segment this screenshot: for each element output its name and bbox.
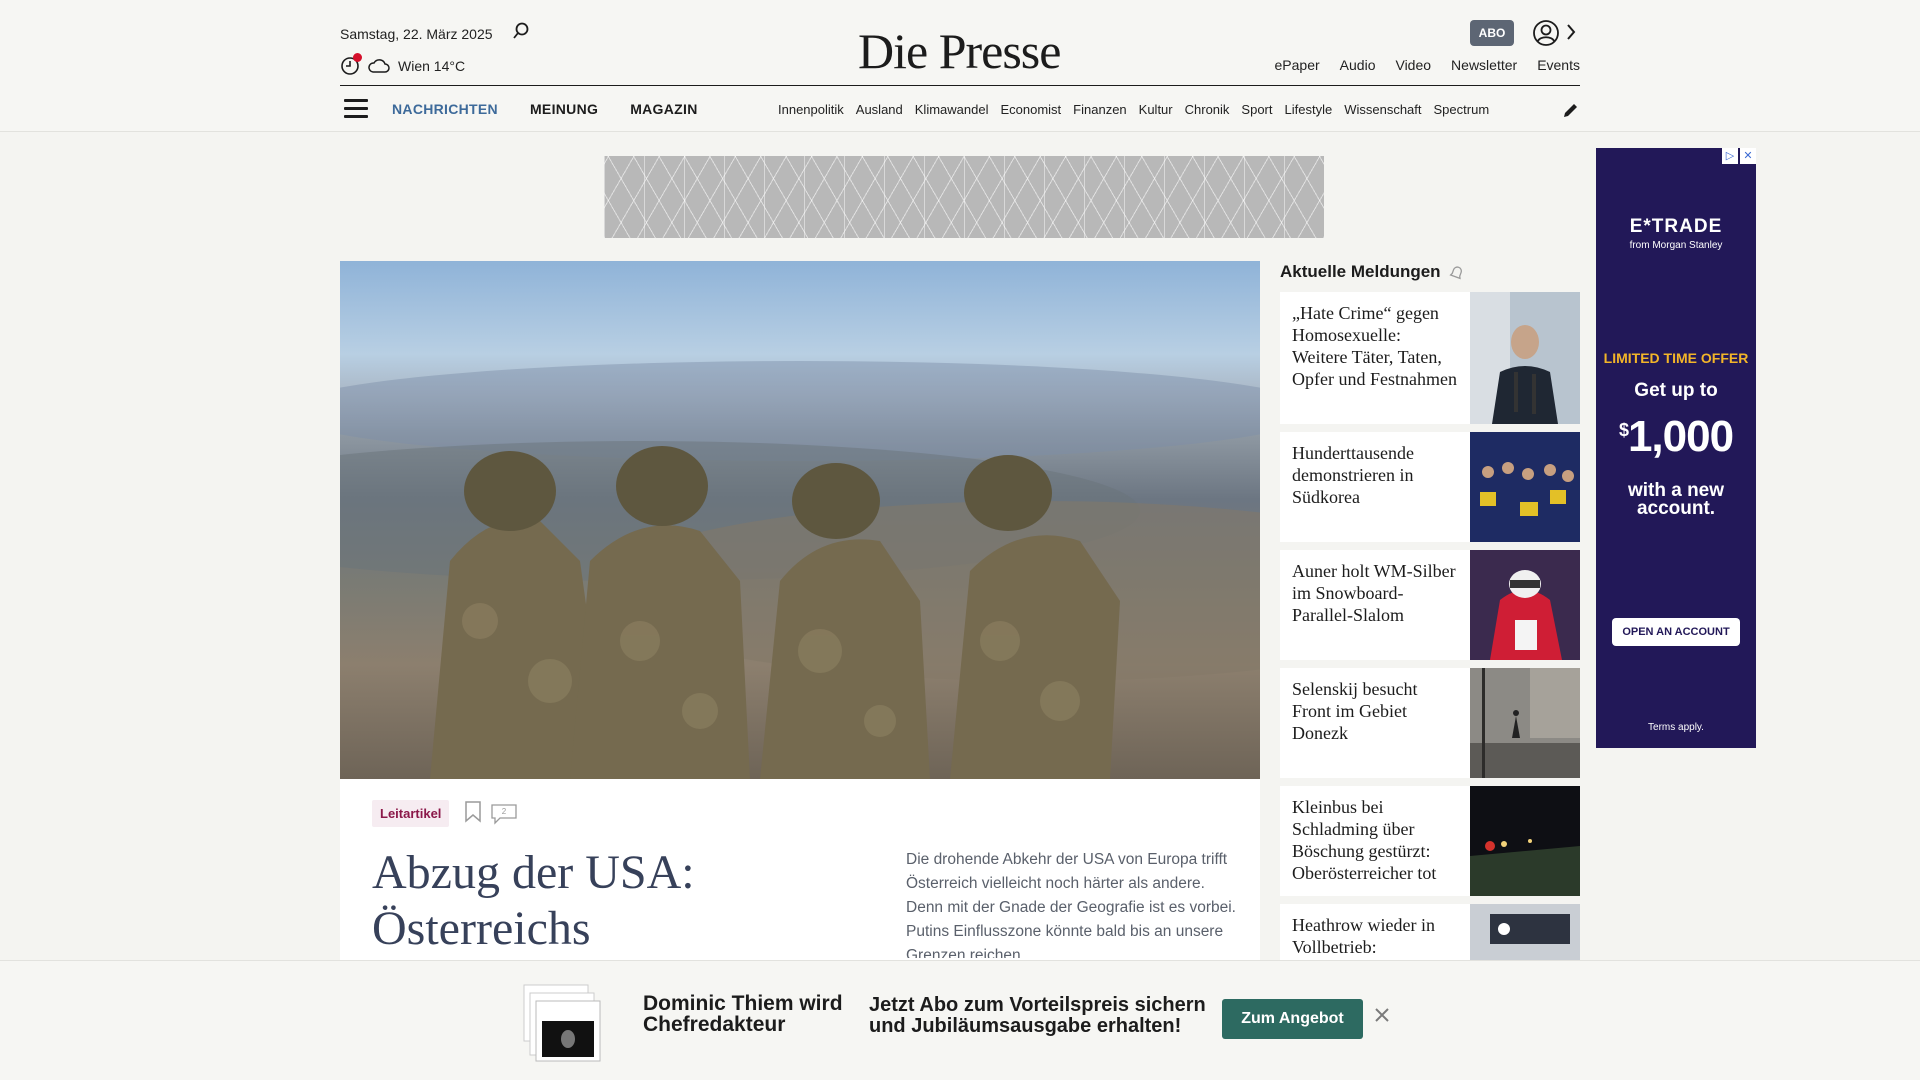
user-account-icon[interactable] [1532, 19, 1560, 47]
etrade-ad[interactable]: ▷ ✕ E*TRADE from Morgan Stanley LIMITED … [1596, 148, 1756, 748]
ad-currency: $ [1618, 420, 1629, 440]
main-nav: NACHRICHTEN MEINUNG MAGAZIN [392, 101, 698, 117]
article-headline[interactable]: Abzug der USA: Österreichs [372, 845, 812, 957]
category-tag[interactable]: Leitartikel [372, 800, 450, 827]
ad-close-icon[interactable]: ✕ [1740, 148, 1756, 164]
news-thumbnail [1470, 668, 1580, 778]
subscription-banner: Dominic Thiem wird Chefredakteur Jetzt A… [0, 960, 1920, 1080]
link-newsletter[interactable]: Newsletter [1451, 57, 1517, 73]
link-events[interactable]: Events [1537, 57, 1580, 73]
comment-count: 2 [502, 807, 507, 816]
nav-magazin[interactable]: MAGAZIN [630, 101, 697, 117]
subnav-chronik[interactable]: Chronik [1185, 102, 1230, 117]
news-item[interactable]: Auner holt WM-Silber im Snowboard-Parall… [1280, 550, 1580, 660]
banner-headline: Dominic Thiem wird Chefredakteur [643, 992, 843, 1036]
comment-icon[interactable]: 2 [490, 803, 518, 825]
search-icon[interactable] [512, 22, 530, 40]
subnav-ausland[interactable]: Ausland [856, 102, 903, 117]
news-item[interactable]: Hunderttausende demonstrieren in Südkore… [1280, 432, 1580, 542]
article-teaser: Die drohende Abkehr der USA von Europa t… [906, 851, 1236, 958]
news-item-title: Kleinbus bei Schladming über Böschung ge… [1292, 797, 1437, 883]
ad-get: Get up to [1634, 380, 1718, 401]
latest-news-heading: Aktuelle Meldungen [1280, 262, 1465, 282]
ad-offer: LIMITED TIME OFFER [1603, 350, 1749, 366]
nav-nachrichten[interactable]: NACHRICHTEN [392, 101, 498, 117]
latest-news-title: Aktuelle Meldungen [1280, 262, 1441, 281]
notification-dot [353, 53, 362, 62]
site-header: Samstag, 22. März 2025 Wien 14°C Die Pre… [0, 0, 1920, 132]
cloud-icon [368, 59, 390, 73]
top-ad-banner[interactable] [604, 156, 1324, 238]
subnav-klimawandel[interactable]: Klimawandel [915, 102, 989, 117]
abo-button[interactable]: ABO [1470, 20, 1514, 46]
subnav-spectrum[interactable]: Spectrum [1434, 102, 1490, 117]
ad-choices[interactable]: ▷ ✕ [1720, 148, 1756, 164]
weather-text: Wien 14°C [398, 58, 466, 74]
subnav-sport[interactable]: Sport [1241, 102, 1272, 117]
news-thumbnail [1470, 786, 1580, 896]
subnav-innenpolitik[interactable]: Innenpolitik [778, 102, 844, 117]
news-item-title: Hunderttausende demonstrieren in Südkore… [1292, 443, 1414, 507]
pencil-icon[interactable] [1562, 101, 1580, 119]
link-epaper[interactable]: ePaper [1275, 57, 1320, 73]
subnav-wissenschaft[interactable]: Wissenschaft [1344, 102, 1421, 117]
clock-icon [340, 53, 362, 76]
news-thumbnail [1470, 292, 1580, 424]
news-item[interactable]: Kleinbus bei Schladming über Böschung ge… [1280, 786, 1580, 896]
banner-offer: Jetzt Abo zum Vorteilspreis sichern und … [869, 994, 1206, 1037]
news-item[interactable]: Selenskij besucht Front im Gebiet Donezk [1280, 668, 1580, 778]
link-audio[interactable]: Audio [1340, 57, 1376, 73]
news-item-title: Selenskij besucht Front im Gebiet Donezk [1292, 679, 1418, 743]
news-thumbnail [1470, 432, 1580, 542]
sub-nav: Innenpolitik Ausland Klimawandel Economi… [778, 102, 1542, 117]
news-item-title: „Hate Crime“ gegen Homosexuelle: Weitere… [1292, 303, 1457, 389]
news-thumbnail [1470, 550, 1580, 660]
site-logo[interactable]: Die Presse [858, 22, 1061, 80]
hero-image[interactable] [340, 261, 1260, 779]
open-account-button[interactable]: OPEN AN ACCOUNT [1612, 618, 1740, 646]
top-links: ePaper Audio Video Newsletter Events [1275, 57, 1580, 73]
news-item[interactable]: „Hate Crime“ gegen Homosexuelle: Weitere… [1280, 292, 1580, 424]
subnav-fade [1500, 96, 1544, 122]
bell-icon[interactable] [1448, 264, 1465, 280]
ad-brand-sub: from Morgan Stanley [1629, 240, 1723, 251]
hero-article[interactable]: Leitartikel 2 Abzug der USA: Österreichs… [340, 261, 1260, 1021]
ad-info-icon[interactable]: ▷ [1722, 148, 1738, 164]
ad-brand: E*TRADE [1629, 216, 1723, 237]
bookmark-icon[interactable] [464, 801, 482, 823]
current-date: Samstag, 22. März 2025 [340, 26, 493, 42]
subnav-economist[interactable]: Economist [1000, 102, 1061, 117]
news-item-title: Auner holt WM-Silber im Snowboard-Parall… [1292, 561, 1456, 625]
nav-divider [340, 85, 1580, 86]
subnav-finanzen[interactable]: Finanzen [1073, 102, 1126, 117]
zum-angebot-button[interactable]: Zum Angebot [1222, 999, 1363, 1039]
weather-widget[interactable]: Wien 14°C [340, 53, 466, 76]
link-video[interactable]: Video [1395, 57, 1431, 73]
nav-meinung[interactable]: MEINUNG [530, 101, 598, 117]
subnav-lifestyle[interactable]: Lifestyle [1285, 102, 1333, 117]
ad-amount: $1,000 [1596, 412, 1756, 462]
ad-with: with a new account. [1627, 480, 1725, 519]
hamburger-menu-icon[interactable] [344, 99, 368, 119]
ad-terms: Terms apply. [1648, 722, 1704, 733]
chevron-right-icon[interactable] [1564, 20, 1578, 44]
subnav-kultur[interactable]: Kultur [1139, 102, 1173, 117]
latest-news-list: „Hate Crime“ gegen Homosexuelle: Weitere… [1280, 292, 1580, 1022]
close-icon[interactable] [1372, 1005, 1392, 1025]
newspaper-image [523, 984, 601, 1062]
ad-amount-value: 1,000 [1627, 412, 1734, 461]
